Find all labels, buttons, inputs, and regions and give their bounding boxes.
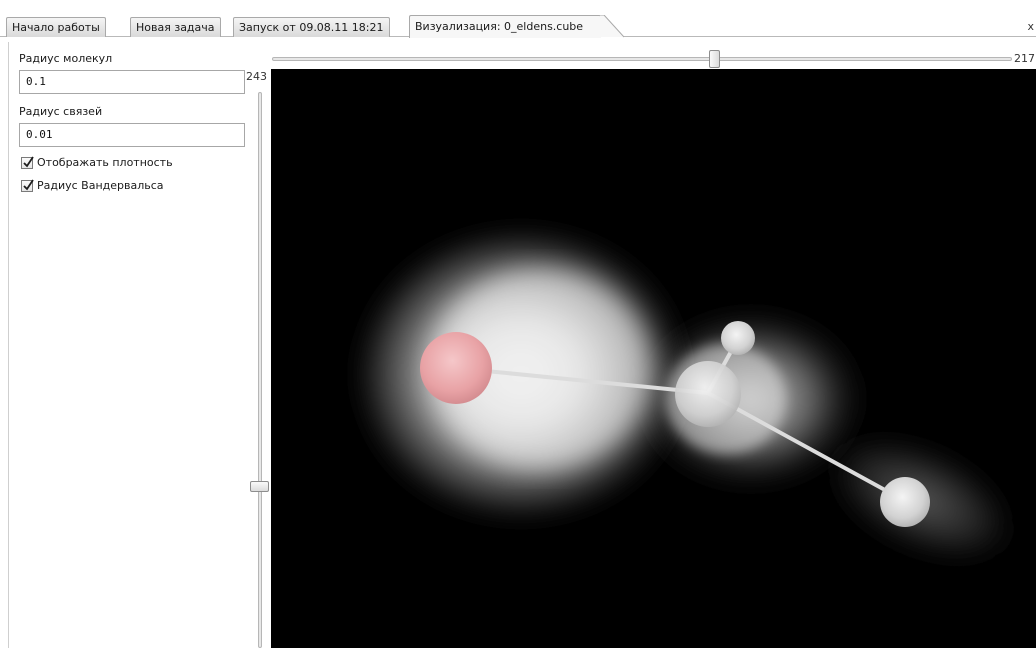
atom: [675, 361, 741, 427]
tab-slant-edge: [600, 15, 624, 38]
check-icon: [23, 156, 34, 167]
bond-radius-label: Радиус связей: [19, 105, 103, 118]
vdw-radius-checkbox[interactable]: [21, 179, 34, 192]
vdw-radius-row[interactable]: Радиус Вандервальса: [21, 179, 164, 192]
molecule-viewport[interactable]: [271, 69, 1036, 648]
show-density-label: Отображать плотность: [37, 156, 173, 169]
molecule-radius-label: Радиус молекул: [19, 52, 113, 65]
tab-run[interactable]: Запуск от 09.08.11 18:21: [233, 17, 390, 37]
vertical-slider-thumb[interactable]: [250, 481, 269, 492]
vertical-slider-track[interactable]: [258, 92, 262, 648]
oxygen-atom: [420, 332, 492, 404]
check-icon: [23, 179, 34, 190]
tab-bar: Начало работы Новая задача Запуск от 09.…: [0, 0, 1036, 38]
close-icon[interactable]: x: [1027, 20, 1034, 33]
tab-new-task[interactable]: Новая задача: [130, 17, 221, 37]
show-density-row[interactable]: Отображать плотность: [21, 156, 173, 169]
atom: [880, 477, 930, 527]
atom: [721, 321, 755, 355]
vertical-slider-value: 243: [246, 70, 267, 83]
horizontal-slider-track[interactable]: [272, 57, 1012, 61]
molecule-render: [351, 224, 1024, 568]
molecule-radius-input[interactable]: 0.1: [19, 70, 245, 94]
horizontal-slider-value: 217: [1014, 52, 1035, 65]
settings-panel: Радиус молекул 0.1 Радиус связей 0.01 От…: [8, 42, 245, 648]
bond-radius-input[interactable]: 0.01: [19, 123, 245, 147]
vdw-radius-label: Радиус Вандервальса: [37, 179, 164, 192]
tab-visualization[interactable]: Визуализация: 0_eldens.cube: [409, 15, 601, 38]
tab-start[interactable]: Начало работы: [6, 17, 106, 37]
show-density-checkbox[interactable]: [21, 156, 34, 169]
horizontal-slider-thumb[interactable]: [709, 50, 720, 68]
